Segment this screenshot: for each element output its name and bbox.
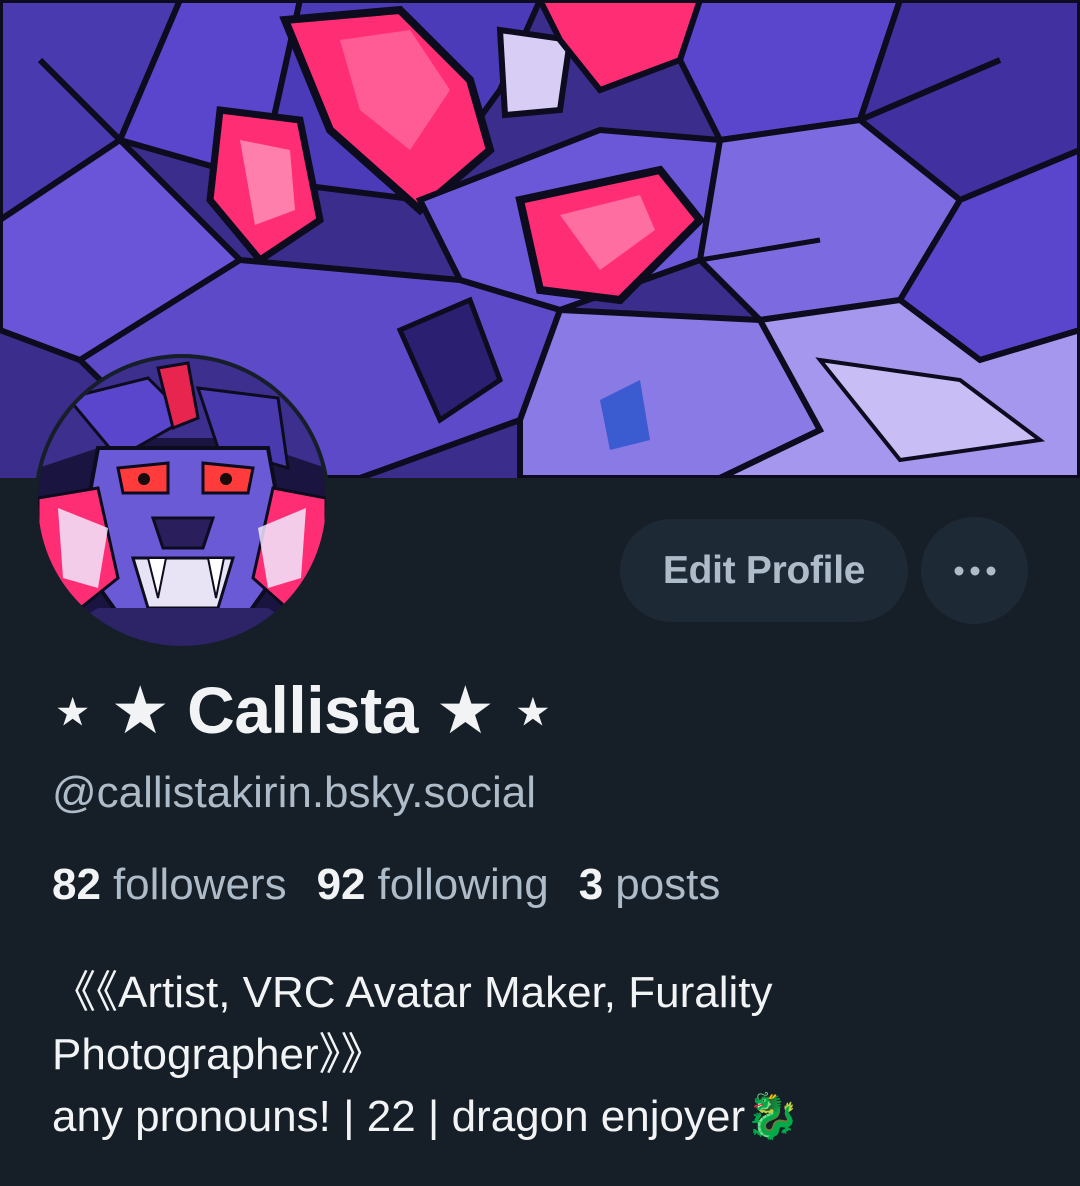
edit-profile-button[interactable]: Edit Profile: [620, 519, 908, 622]
more-options-button[interactable]: [921, 517, 1028, 624]
edit-profile-label: Edit Profile: [662, 548, 866, 592]
followers-link[interactable]: 82 followers: [52, 860, 287, 910]
following-link[interactable]: 92 following: [317, 860, 549, 910]
followers-count: 82: [52, 860, 101, 909]
profile-handle: @callistakirin.bsky.social: [52, 768, 536, 817]
profile-bio: 《《Artist, VRC Avatar Maker, Furality Pho…: [52, 962, 1032, 1148]
profile-stats: 82 followers 92 following 3 posts: [52, 860, 720, 910]
posts-label: posts: [615, 860, 721, 909]
bio-line: any pronouns! | 22 | dragon enjoyer🐉: [52, 1092, 800, 1141]
bio-line: 《《Artist, VRC Avatar Maker, Furality: [52, 968, 773, 1017]
display-name: ⋆ ★ Callista ★ ⋆: [52, 673, 554, 747]
ellipsis-icon: [954, 566, 995, 575]
posts-count: 3: [578, 860, 604, 909]
following-label: following: [377, 860, 549, 909]
following-count: 92: [316, 860, 366, 909]
followers-label: followers: [112, 860, 287, 909]
bio-line: Photographer》》: [52, 1030, 385, 1079]
avatar-artwork: [38, 358, 326, 646]
profile-avatar[interactable]: [34, 354, 330, 650]
posts-count-link: 3 posts: [579, 860, 721, 910]
